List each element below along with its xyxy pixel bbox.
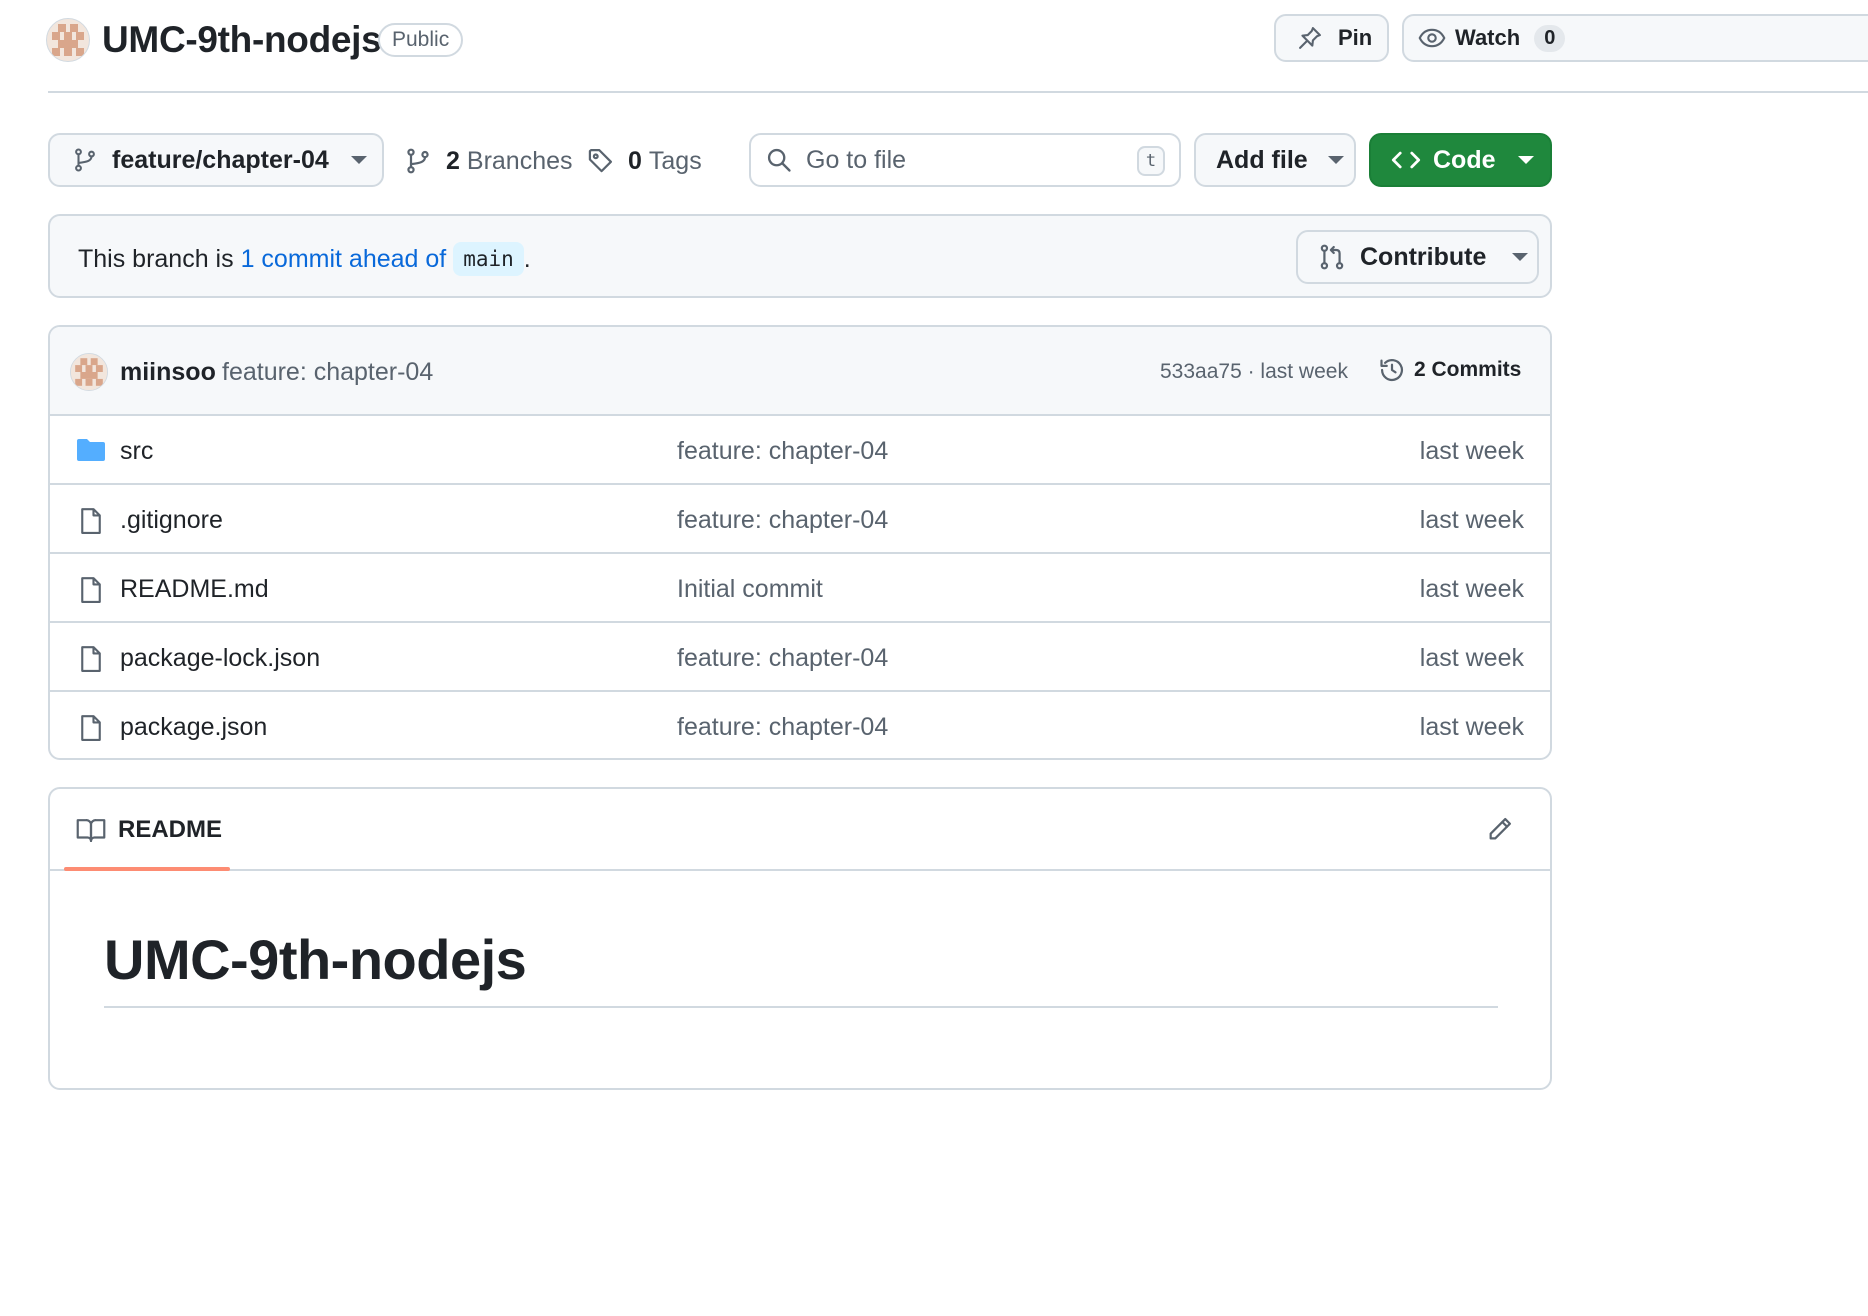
readme-tab-indicator xyxy=(64,867,230,871)
search-shortcut-key: t xyxy=(1137,146,1165,176)
tags-label: Tags xyxy=(648,147,702,175)
repo-title[interactable]: UMC-9th-nodejs xyxy=(102,18,382,62)
file-icon xyxy=(76,644,106,674)
commit-hash-time[interactable]: 533aa75 · last week xyxy=(1160,358,1348,386)
file-row-src[interactable]: src feature: chapter-04 last week xyxy=(50,416,1550,485)
branch-selector[interactable]: feature/chapter-04 xyxy=(48,133,384,187)
book-icon xyxy=(76,816,106,844)
tags-link[interactable]: 0 Tags xyxy=(587,146,702,176)
watch-button[interactable]: Watch 0 xyxy=(1402,14,1868,62)
branch-name: feature/chapter-04 xyxy=(112,145,329,174)
tags-count: 0 xyxy=(628,147,642,175)
contribute-button[interactable]: Contribute xyxy=(1296,230,1539,284)
watch-label: Watch xyxy=(1455,25,1521,50)
search-icon xyxy=(765,146,793,174)
pin-icon xyxy=(1296,24,1324,52)
commits-history-link[interactable]: 2 Commits xyxy=(1378,356,1521,384)
tag-icon xyxy=(587,147,615,175)
file-row-gitignore[interactable]: .gitignore feature: chapter-04 last week xyxy=(50,485,1550,554)
readme-panel: README UMC-9th-nodejs xyxy=(48,787,1552,1090)
file-commit-message[interactable]: feature: chapter-04 xyxy=(677,643,888,673)
branches-label: Branches xyxy=(466,147,573,175)
file-name[interactable]: package-lock.json xyxy=(120,643,320,673)
readme-header: README xyxy=(50,789,1550,871)
git-branch-icon xyxy=(404,147,432,175)
code-label: Code xyxy=(1433,146,1496,174)
file-updated-time: last week xyxy=(1419,437,1524,465)
file-name[interactable]: .gitignore xyxy=(120,505,223,535)
readme-heading-divider xyxy=(104,1006,1498,1008)
file-row-package-lock[interactable]: package-lock.json feature: chapter-04 la… xyxy=(50,623,1550,692)
readme-heading: UMC-9th-nodejs xyxy=(104,928,527,991)
folder-icon xyxy=(76,437,106,463)
file-icon xyxy=(76,506,106,536)
commit-author[interactable]: miinsoo xyxy=(120,357,216,387)
file-commit-message[interactable]: feature: chapter-04 xyxy=(677,712,888,742)
eye-icon xyxy=(1418,24,1446,52)
file-updated-time: last week xyxy=(1419,644,1524,672)
add-file-label: Add file xyxy=(1216,146,1308,174)
branches-link[interactable]: 2 Branches xyxy=(404,146,573,176)
search-placeholder: Go to file xyxy=(806,146,907,174)
banner-prefix: This branch is xyxy=(78,245,241,273)
file-row-readme[interactable]: README.md Initial commit last week xyxy=(50,554,1550,623)
file-commit-message[interactable]: feature: chapter-04 xyxy=(677,436,888,466)
file-row-package[interactable]: package.json feature: chapter-04 last we… xyxy=(50,692,1550,758)
edit-pencil-icon[interactable] xyxy=(1486,815,1514,843)
pin-label: Pin xyxy=(1338,25,1373,50)
go-to-file-input[interactable]: Go to file t xyxy=(749,133,1181,187)
file-name[interactable]: README.md xyxy=(120,574,269,604)
branch-status-text: This branch is 1 commit ahead of main. xyxy=(78,242,531,276)
visibility-badge: Public xyxy=(378,23,464,57)
file-icon xyxy=(76,575,106,605)
readme-tab-label: README xyxy=(118,816,223,843)
banner-suffix: . xyxy=(523,245,531,273)
commit-author-avatar[interactable] xyxy=(70,353,108,391)
file-browser: miinsoo feature: chapter-04 533aa75 · la… xyxy=(48,325,1552,760)
readme-tab[interactable]: README xyxy=(76,815,222,845)
watch-count: 0 xyxy=(1534,24,1566,52)
file-updated-time: last week xyxy=(1419,575,1524,603)
file-name[interactable]: src xyxy=(120,436,153,466)
chevron-down-icon xyxy=(1517,156,1534,164)
code-button[interactable]: Code xyxy=(1369,133,1552,187)
chevron-down-icon xyxy=(350,156,367,164)
file-updated-time: last week xyxy=(1419,506,1524,534)
header-divider xyxy=(48,91,1868,93)
code-icon xyxy=(1391,147,1421,173)
git-branch-icon xyxy=(72,147,98,173)
base-branch-label: main xyxy=(453,242,524,276)
git-pull-request-icon xyxy=(1318,243,1346,271)
commits-ahead-link[interactable]: 1 commit ahead of xyxy=(241,245,447,273)
branches-count: 2 xyxy=(446,147,460,175)
contribute-label: Contribute xyxy=(1360,243,1487,271)
commit-message[interactable]: feature: chapter-04 xyxy=(222,357,433,387)
file-commit-message[interactable]: Initial commit xyxy=(677,574,823,604)
chevron-down-icon xyxy=(1512,253,1529,261)
history-icon xyxy=(1378,356,1406,384)
add-file-button[interactable]: Add file xyxy=(1194,133,1356,187)
chevron-down-icon xyxy=(1327,156,1344,164)
branch-status-banner: This branch is 1 commit ahead of main. C… xyxy=(48,214,1552,298)
file-icon xyxy=(76,713,106,743)
file-updated-time: last week xyxy=(1419,713,1524,741)
commits-count-label: 2 Commits xyxy=(1414,358,1522,381)
file-commit-message[interactable]: feature: chapter-04 xyxy=(677,505,888,535)
latest-commit-bar: miinsoo feature: chapter-04 533aa75 · la… xyxy=(50,327,1550,416)
repo-owner-avatar[interactable] xyxy=(46,18,90,62)
file-name[interactable]: package.json xyxy=(120,712,267,742)
pin-button[interactable]: Pin xyxy=(1274,14,1389,62)
